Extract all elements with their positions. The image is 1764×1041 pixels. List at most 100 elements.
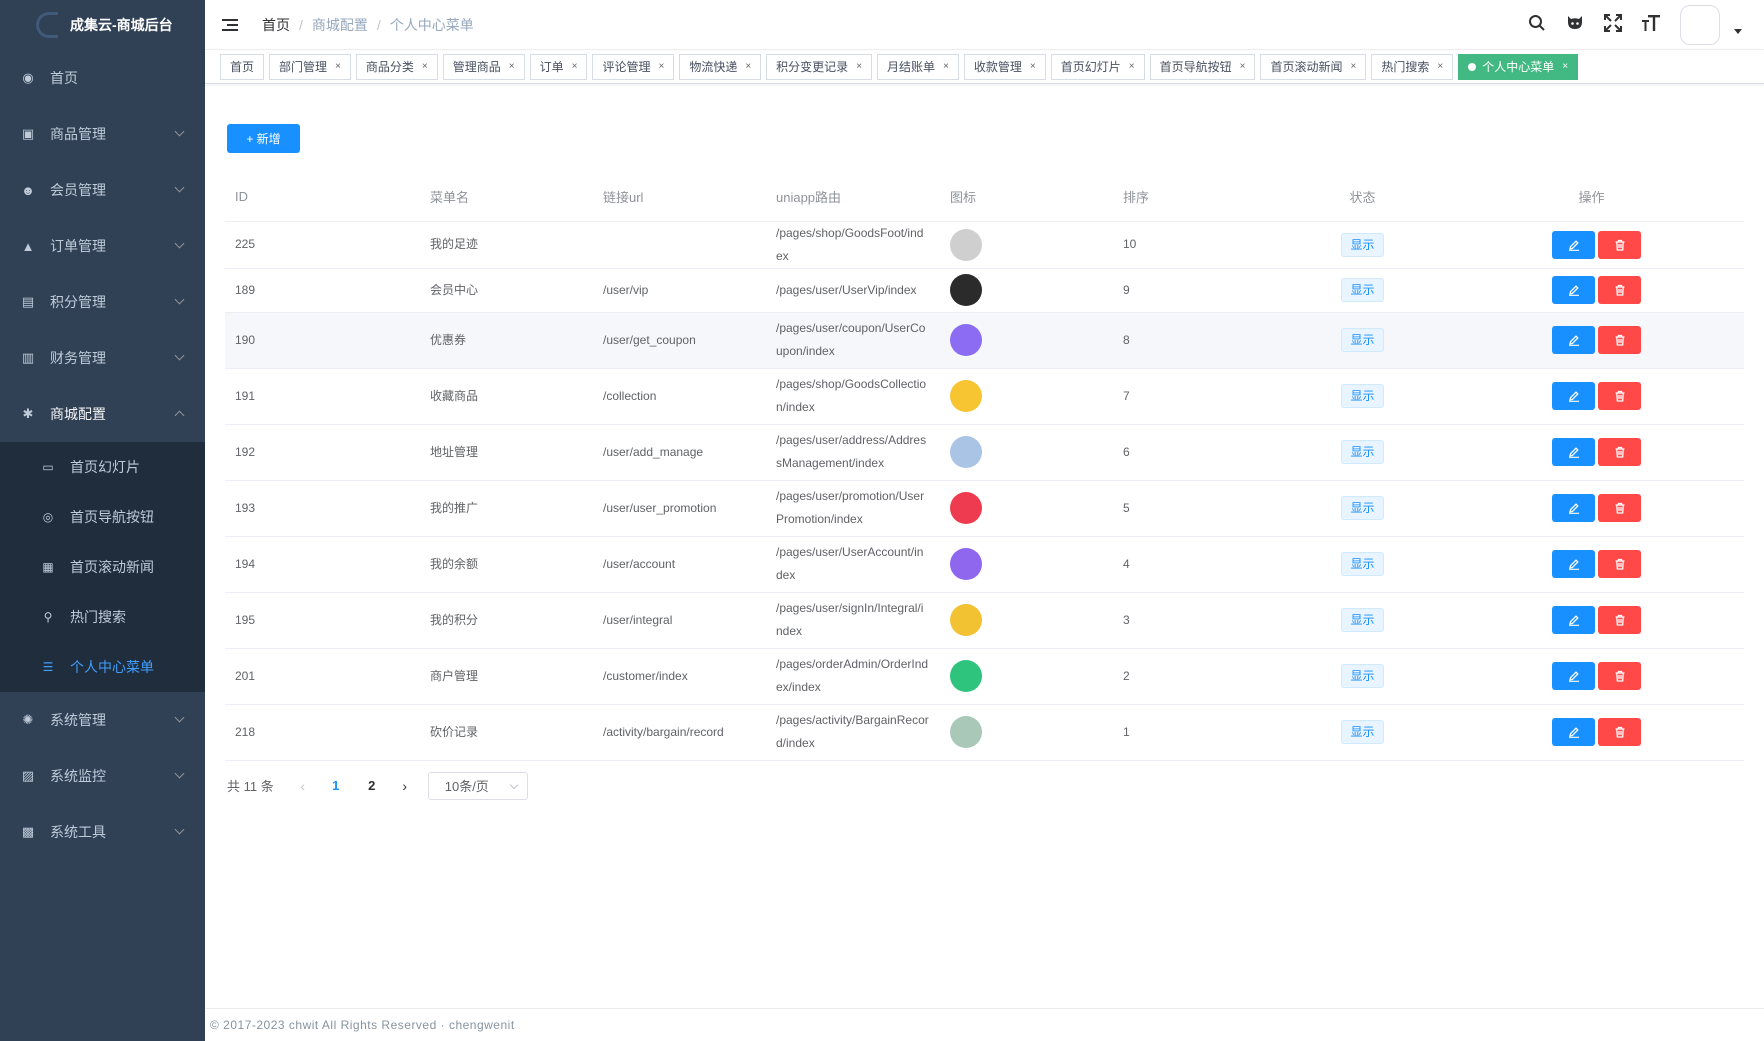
sidebar-subitem-label: 个人中心菜单 [70, 659, 154, 675]
sidebar-subitem-news[interactable]: ▦ 首页滚动新闻 [0, 542, 205, 592]
cell-actions [1439, 368, 1744, 425]
close-icon[interactable]: × [422, 55, 428, 79]
cell-sort: 7 [1113, 368, 1286, 425]
trash-icon [1615, 614, 1624, 626]
edit-icon [1568, 285, 1579, 296]
search-icon[interactable] [1518, 14, 1556, 37]
sidebar-item-goods[interactable]: ▣ 商品管理 [0, 106, 205, 162]
sidebar-item-settings[interactable]: ✺ 系统管理 [0, 692, 205, 748]
edit-button[interactable] [1552, 382, 1595, 410]
breadcrumb-home[interactable]: 首页 [262, 15, 290, 35]
close-icon[interactable]: × [572, 55, 578, 79]
edit-button[interactable] [1552, 718, 1595, 746]
close-icon[interactable]: × [509, 55, 515, 79]
tab-3[interactable]: 管理商品 × [442, 53, 525, 80]
delete-button[interactable] [1598, 494, 1641, 522]
delete-button[interactable] [1598, 230, 1641, 259]
tab-13[interactable]: 热门搜索 × [1371, 53, 1454, 80]
tab-10[interactable]: 首页幻灯片 × [1050, 53, 1145, 80]
sidebar-item-gear[interactable]: ✱ 商城配置 [0, 386, 205, 442]
edit-button[interactable] [1552, 230, 1595, 259]
edit-button[interactable] [1552, 276, 1595, 304]
status-badge: 显示 [1341, 552, 1384, 576]
sidebar-item-monitor[interactable]: ▨ 系统监控 [0, 748, 205, 804]
close-icon[interactable]: × [1129, 55, 1135, 79]
close-icon[interactable]: × [1030, 55, 1036, 79]
row-actions [1449, 276, 1744, 304]
sidebar-subitem-search[interactable]: ⚲ 热门搜索 [0, 592, 205, 642]
user-menu[interactable] [1680, 5, 1742, 45]
cell-sort: 8 [1113, 312, 1286, 369]
page-1[interactable]: 1 [318, 778, 354, 793]
close-icon[interactable]: × [745, 55, 751, 79]
close-icon[interactable]: × [1437, 55, 1443, 79]
tab-14[interactable]: 个人中心菜单 × [1458, 53, 1579, 80]
delete-button[interactable] [1598, 550, 1641, 578]
delete-button[interactable] [1598, 718, 1641, 746]
edit-button[interactable] [1552, 606, 1595, 634]
edit-button[interactable] [1552, 326, 1595, 354]
row-actions [1449, 438, 1744, 466]
row-actions [1449, 718, 1744, 746]
page-2[interactable]: 2 [354, 778, 390, 793]
next-page-icon[interactable]: › [390, 778, 420, 794]
tab-1[interactable]: 部门管理 × [269, 53, 351, 80]
close-icon[interactable]: × [943, 55, 949, 79]
delete-button[interactable] [1598, 606, 1641, 634]
cell-route: /pages/user/signIn/Integral/index [766, 592, 940, 649]
delete-button[interactable] [1598, 326, 1641, 354]
tab-4[interactable]: 订单 × [529, 53, 588, 80]
add-button[interactable]: + 新增 [227, 124, 300, 153]
delete-button[interactable] [1598, 382, 1641, 410]
app-logo[interactable]: 成集云-商城后台 [0, 0, 205, 50]
sidebar-item-points[interactable]: ▤ 积分管理 [0, 274, 205, 330]
prev-page-icon[interactable]: ‹ [288, 778, 318, 794]
tab-7[interactable]: 积分变更记录 × [766, 53, 873, 80]
hamburger-icon[interactable] [222, 18, 238, 31]
cell-url: /user/user_promotion [593, 480, 766, 537]
caret-down-icon[interactable] [1734, 28, 1742, 34]
tab-5[interactable]: 评论管理 × [592, 53, 675, 80]
tab-9[interactable]: 收款管理 × [963, 53, 1046, 80]
delete-button[interactable] [1598, 276, 1641, 304]
tab-6[interactable]: 物流快递 × [679, 53, 762, 80]
points-icon: ▤ [21, 294, 35, 309]
close-icon[interactable]: × [1240, 55, 1246, 79]
nav-button-icon: ◎ [42, 510, 54, 524]
sidebar-subitem-slideshow[interactable]: ▭ 首页幻灯片 [0, 442, 205, 492]
sidebar-item-toolbox[interactable]: ▩ 系统工具 [0, 804, 205, 860]
sidebar-item-lock[interactable]: ▲ 订单管理 [0, 218, 205, 274]
sidebar-subitem-nav-button[interactable]: ◎ 首页导航按钮 [0, 492, 205, 542]
tab-8[interactable]: 月结账单 × [877, 53, 959, 80]
avatar[interactable] [1680, 5, 1720, 45]
chevron-down-icon [174, 712, 185, 723]
fullscreen-icon[interactable] [1594, 13, 1632, 37]
edit-button[interactable] [1552, 662, 1595, 690]
tab-11[interactable]: 首页导航按钮 × [1149, 53, 1256, 80]
close-icon[interactable]: × [856, 55, 862, 79]
github-icon[interactable] [1556, 14, 1594, 37]
close-icon[interactable]: × [658, 55, 664, 79]
font-size-icon[interactable] [1632, 14, 1670, 37]
tab-0[interactable]: 首页 [220, 53, 265, 80]
close-icon[interactable]: × [335, 55, 341, 79]
sidebar-item-finance[interactable]: ▥ 财务管理 [0, 330, 205, 386]
merchant-icon [950, 660, 982, 692]
page-size-select[interactable]: 10条/页 [427, 771, 528, 800]
table-row: 191 收藏商品/collection/pages/shop/GoodsColle… [225, 368, 1744, 425]
tab-2[interactable]: 商品分类 × [355, 53, 438, 80]
edit-button[interactable] [1552, 550, 1595, 578]
delete-button[interactable] [1598, 662, 1641, 690]
edit-button[interactable] [1552, 494, 1595, 522]
sidebar-item-dashboard[interactable]: ◉ 首页 [0, 50, 205, 106]
edit-button[interactable] [1552, 438, 1595, 466]
cell-route: /pages/orderAdmin/OrderIndex/index [766, 648, 940, 705]
tab-12[interactable]: 首页滚动新闻 × [1260, 53, 1367, 80]
close-icon[interactable]: × [1350, 55, 1356, 79]
delete-button[interactable] [1598, 438, 1641, 466]
sidebar-subitem-list[interactable]: ☰ 个人中心菜单 [0, 642, 205, 692]
cell-url [593, 221, 766, 269]
cell-status: 显示 [1286, 221, 1439, 269]
sidebar-item-users[interactable]: ☻ 会员管理 [0, 162, 205, 218]
close-icon[interactable]: × [1562, 55, 1568, 79]
